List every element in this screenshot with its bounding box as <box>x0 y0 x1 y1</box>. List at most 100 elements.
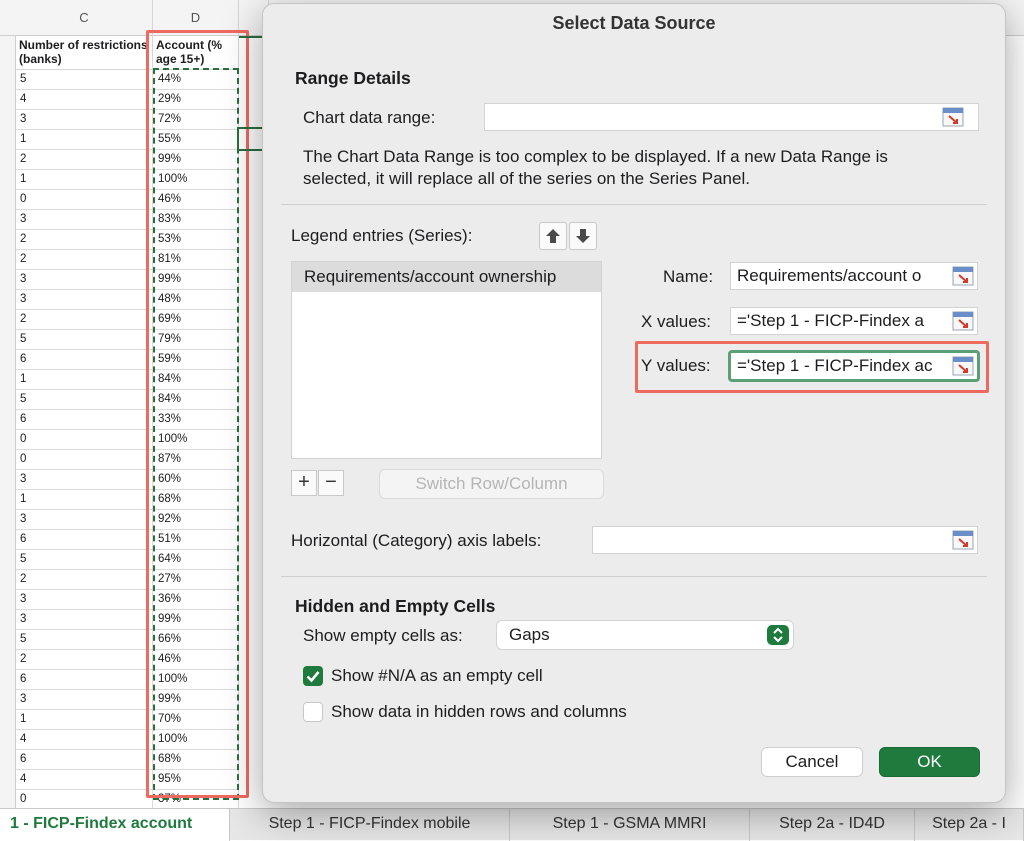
cell-account[interactable]: 72% <box>153 110 239 129</box>
cell-account[interactable]: 99% <box>153 270 239 289</box>
switch-row-column-button[interactable]: Switch Row/Column <box>379 469 604 499</box>
sheet-tab-findex-mobile[interactable]: Step 1 - FICP-Findex mobile <box>230 809 510 841</box>
y-values-field[interactable]: ='Step 1 - FICP-Findex ac <box>728 350 980 382</box>
cell-account[interactable]: 79% <box>153 330 239 349</box>
cell-restrictions[interactable]: 2 <box>16 650 153 669</box>
move-up-button[interactable] <box>539 222 567 250</box>
cell-account[interactable]: 95% <box>153 770 239 789</box>
cell-restrictions[interactable]: 6 <box>16 750 153 769</box>
cell-restrictions[interactable]: 6 <box>16 410 153 429</box>
cell-restrictions[interactable]: 1 <box>16 710 153 729</box>
cell-restrictions[interactable]: 5 <box>16 330 153 349</box>
range-picker-icon[interactable] <box>942 107 964 127</box>
cell-account[interactable]: 68% <box>153 750 239 769</box>
cell-account[interactable]: 83% <box>153 210 239 229</box>
cell-restrictions[interactable]: 3 <box>16 510 153 529</box>
header-cell-restrictions[interactable]: Number of restrictions (banks) <box>16 36 153 70</box>
cell-restrictions[interactable]: 0 <box>16 430 153 449</box>
category-axis-labels-field[interactable] <box>592 526 978 554</box>
cell-account[interactable]: 70% <box>153 710 239 729</box>
cell-account[interactable]: 33% <box>153 410 239 429</box>
cell-account[interactable]: 81% <box>153 250 239 269</box>
cell-account[interactable]: 48% <box>153 290 239 309</box>
cell-account[interactable]: 55% <box>153 130 239 149</box>
cell-restrictions[interactable]: 3 <box>16 210 153 229</box>
header-cell-account[interactable]: Account (% age 15+) <box>153 36 239 70</box>
cell-account[interactable]: 99% <box>153 690 239 709</box>
cell-restrictions[interactable]: 5 <box>16 390 153 409</box>
cancel-button[interactable]: Cancel <box>761 747 863 777</box>
cell-restrictions[interactable]: 3 <box>16 590 153 609</box>
remove-series-button[interactable]: − <box>318 470 344 496</box>
column-header-c[interactable]: C <box>16 0 153 36</box>
cell-restrictions[interactable]: 2 <box>16 150 153 169</box>
cell-restrictions[interactable]: 2 <box>16 310 153 329</box>
cell-account[interactable]: 29% <box>153 90 239 109</box>
cell-account[interactable]: 68% <box>153 490 239 509</box>
cell-restrictions[interactable]: 1 <box>16 130 153 149</box>
cell-account[interactable]: 100% <box>153 430 239 449</box>
cell-restrictions[interactable]: 1 <box>16 490 153 509</box>
cell-account[interactable]: 46% <box>153 190 239 209</box>
cell-account[interactable]: 37% <box>153 790 239 808</box>
add-series-button[interactable]: + <box>291 470 317 496</box>
cell-restrictions[interactable]: 6 <box>16 530 153 549</box>
sheet-tab-id4d[interactable]: Step 2a - ID4D <box>750 809 915 841</box>
cell-restrictions[interactable]: 6 <box>16 670 153 689</box>
move-down-button[interactable] <box>569 222 597 250</box>
cell-account[interactable]: 53% <box>153 230 239 249</box>
sheet-tab-findex-account[interactable]: 1 - FICP-Findex account <box>0 809 230 841</box>
cell-account[interactable]: 60% <box>153 470 239 489</box>
cell-account[interactable]: 92% <box>153 510 239 529</box>
ok-button[interactable]: OK <box>879 747 980 777</box>
show-na-checkbox[interactable] <box>303 666 323 686</box>
series-name-field[interactable]: Requirements/account o <box>730 262 978 290</box>
cell-restrictions[interactable]: 6 <box>16 350 153 369</box>
cell-restrictions[interactable]: 0 <box>16 190 153 209</box>
cell-restrictions[interactable]: 3 <box>16 110 153 129</box>
show-hidden-checkbox[interactable] <box>303 702 323 722</box>
column-header-d[interactable]: D <box>153 0 239 36</box>
series-list[interactable]: Requirements/account ownership <box>291 261 602 459</box>
cell-account[interactable]: 69% <box>153 310 239 329</box>
cell-restrictions[interactable]: 4 <box>16 730 153 749</box>
cell-account[interactable]: 44% <box>153 70 239 89</box>
cell-account[interactable]: 64% <box>153 550 239 569</box>
show-empty-select[interactable]: Gaps <box>496 620 794 650</box>
cell-account[interactable]: 66% <box>153 630 239 649</box>
range-picker-icon[interactable] <box>952 311 974 331</box>
cell-account[interactable]: 100% <box>153 670 239 689</box>
cell-restrictions[interactable]: 0 <box>16 790 153 808</box>
cell-restrictions[interactable]: 2 <box>16 250 153 269</box>
cell-restrictions[interactable]: 3 <box>16 270 153 289</box>
cell-restrictions[interactable]: 1 <box>16 370 153 389</box>
row-number-strip[interactable] <box>0 36 16 808</box>
cell-restrictions[interactable]: 1 <box>16 170 153 189</box>
cell-account[interactable]: 84% <box>153 390 239 409</box>
cell-restrictions[interactable]: 2 <box>16 230 153 249</box>
cell-account[interactable]: 100% <box>153 170 239 189</box>
cell-account[interactable]: 27% <box>153 570 239 589</box>
cell-account[interactable]: 51% <box>153 530 239 549</box>
range-picker-icon[interactable] <box>952 266 974 286</box>
cell-account[interactable]: 87% <box>153 450 239 469</box>
cell-restrictions[interactable]: 4 <box>16 90 153 109</box>
cell-restrictions[interactable]: 0 <box>16 450 153 469</box>
cell-restrictions[interactable]: 3 <box>16 470 153 489</box>
sheet-tab-gsma-mmri[interactable]: Step 1 - GSMA MMRI <box>510 809 750 841</box>
range-picker-icon[interactable] <box>952 530 974 550</box>
cell-account[interactable]: 100% <box>153 730 239 749</box>
cell-restrictions[interactable]: 5 <box>16 630 153 649</box>
cell-restrictions[interactable]: 3 <box>16 690 153 709</box>
cell-account[interactable]: 36% <box>153 590 239 609</box>
sheet-tab-step2a[interactable]: Step 2a - I <box>915 809 1024 841</box>
cell-account[interactable]: 84% <box>153 370 239 389</box>
range-picker-icon[interactable] <box>952 356 974 376</box>
cell-restrictions[interactable]: 4 <box>16 770 153 789</box>
cell-restrictions[interactable]: 3 <box>16 610 153 629</box>
cell-account[interactable]: 59% <box>153 350 239 369</box>
chart-data-range-field[interactable] <box>484 103 979 131</box>
cell-account[interactable]: 46% <box>153 650 239 669</box>
cell-account[interactable]: 99% <box>153 150 239 169</box>
cell-restrictions[interactable]: 2 <box>16 570 153 589</box>
